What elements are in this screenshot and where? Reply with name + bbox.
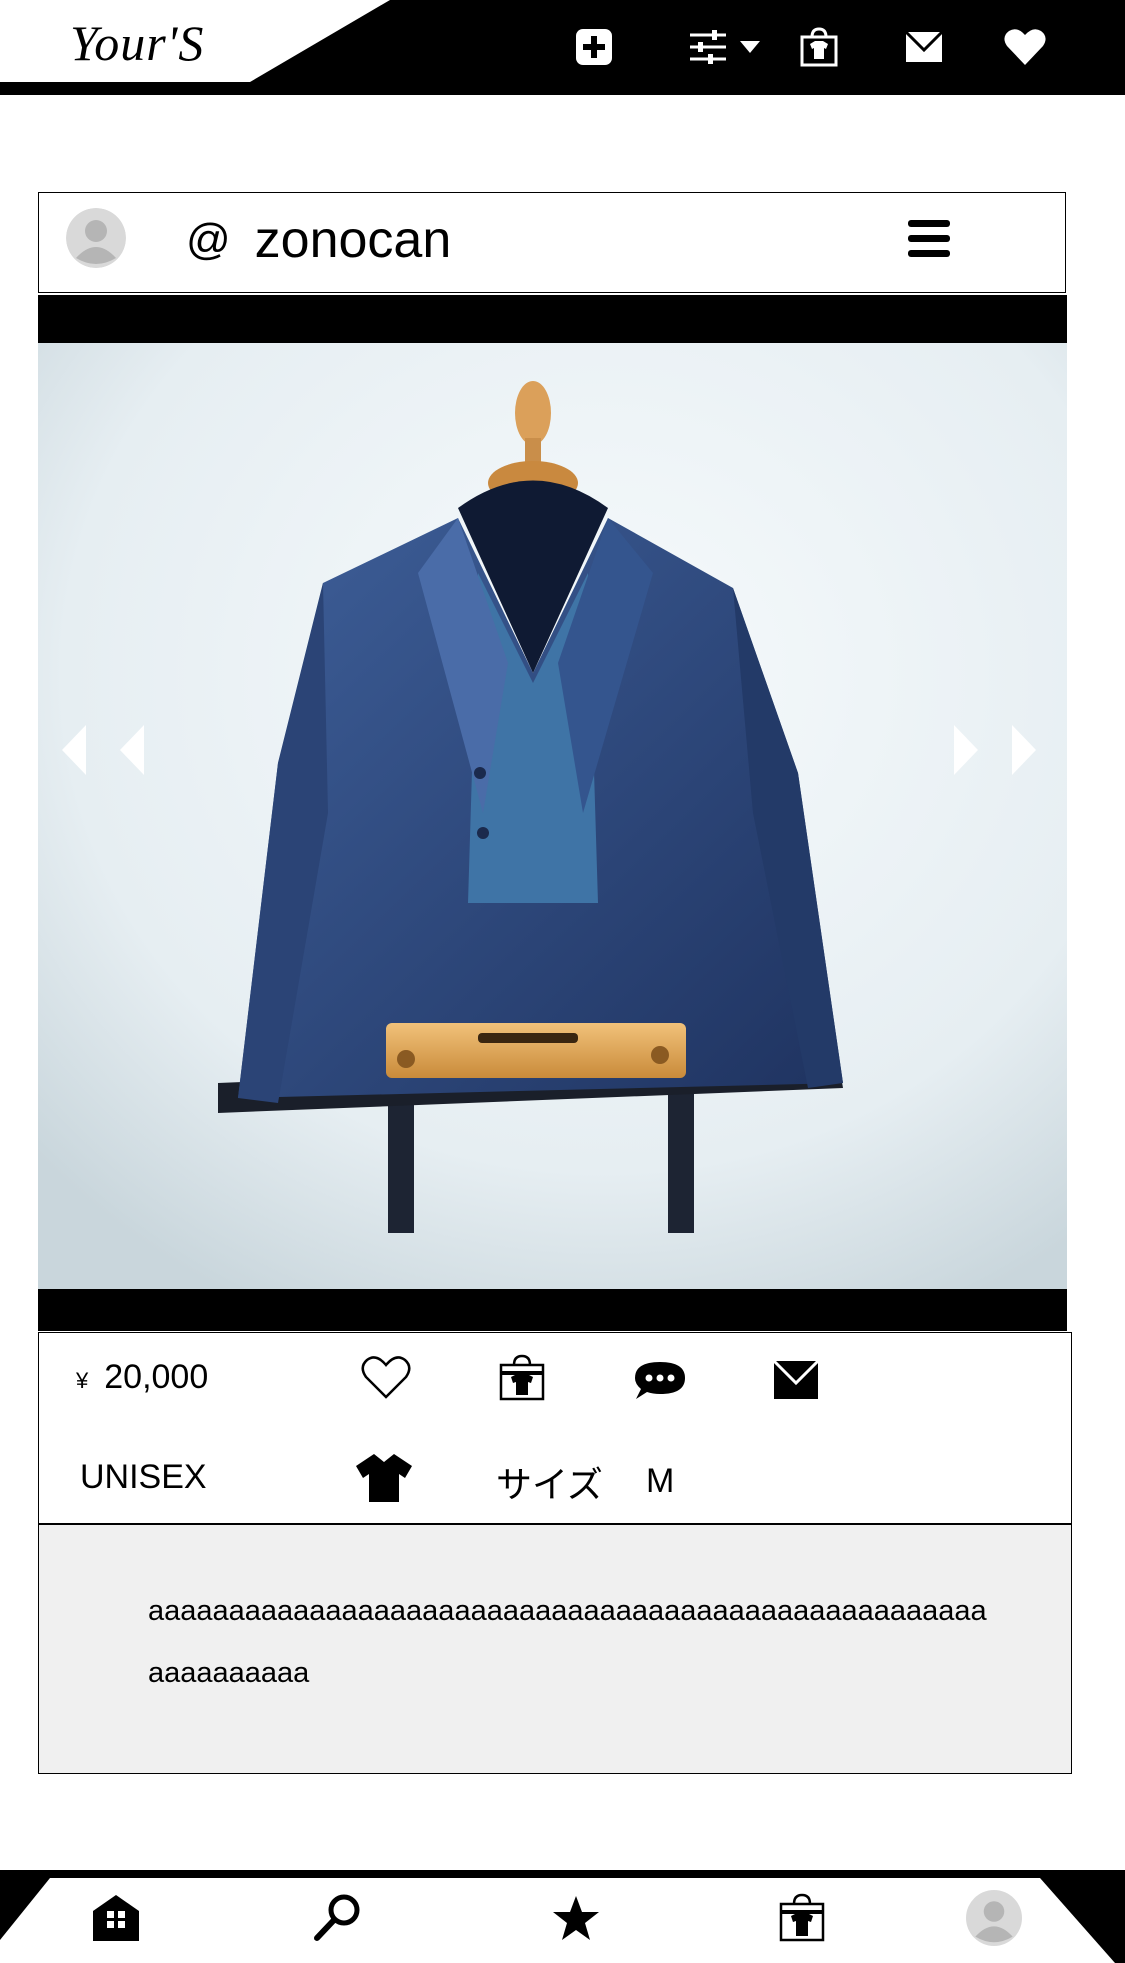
shop-bag-icon[interactable] — [492, 1348, 552, 1408]
description-text: aaaaaaaaaaaaaaaaaaaaaaaaaaaaaaaaaaaaaaaa… — [148, 1595, 987, 1689]
size-value: M — [646, 1462, 675, 1500]
like-heart-icon[interactable] — [356, 1348, 416, 1408]
heart-icon[interactable] — [996, 18, 1054, 76]
profile-avatar-icon[interactable] — [964, 1888, 1024, 1948]
prev-image-arrow-icon[interactable] — [58, 720, 148, 780]
price-value: 20,000 — [104, 1358, 209, 1396]
user-avatar[interactable] — [66, 208, 126, 268]
username-text: zonocan — [254, 211, 452, 269]
next-image-arrow-icon[interactable] — [950, 720, 1040, 780]
message-mail-icon[interactable] — [766, 1350, 826, 1410]
shop-bag-icon[interactable] — [772, 1888, 832, 1948]
gender-label: UNISEX — [80, 1458, 207, 1496]
favorites-star-icon[interactable] — [546, 1888, 606, 1948]
mail-icon[interactable] — [895, 18, 953, 76]
comment-bubble-icon[interactable] — [630, 1350, 690, 1410]
search-icon[interactable] — [308, 1888, 368, 1948]
menu-hamburger-icon[interactable] — [904, 214, 954, 264]
at-symbol: @ — [186, 215, 231, 264]
price-currency: ¥ — [76, 1368, 89, 1393]
home-icon[interactable] — [86, 1888, 146, 1948]
shirt-category-icon[interactable] — [354, 1448, 414, 1508]
size-label: サイズ — [496, 1464, 603, 1505]
app-logo[interactable]: Your'S — [70, 14, 204, 72]
shop-bag-icon[interactable] — [790, 18, 848, 76]
filter-sliders-icon[interactable] — [680, 18, 770, 76]
post-photo[interactable] — [38, 343, 1067, 1289]
add-post-icon[interactable] — [565, 18, 623, 76]
price: ¥ 20,000 — [76, 1358, 208, 1397]
username[interactable]: @ zonocan — [186, 210, 451, 270]
